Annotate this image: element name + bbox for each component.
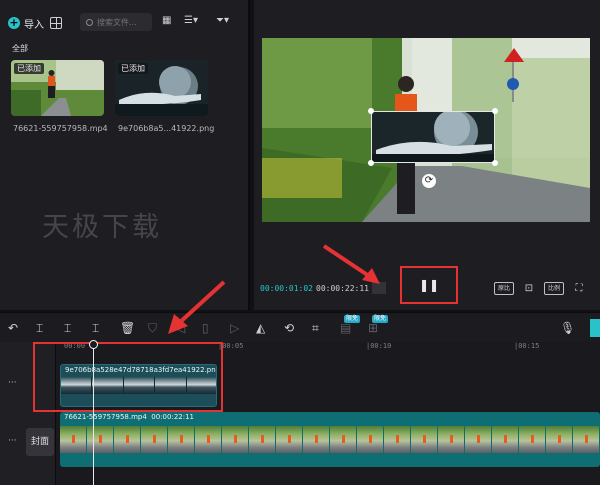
added-badge: 已添加 [118, 63, 148, 74]
resize-handle-br[interactable] [492, 160, 498, 166]
split-left-icon[interactable]: ⌶ [64, 321, 71, 336]
rotate-clip-icon[interactable]: ⟲ [284, 321, 294, 335]
smart-cut-icon[interactable]: ▤ [340, 321, 351, 335]
filter-icon[interactable]: ⏷▾ [216, 15, 229, 26]
added-badge: 已添加 [14, 63, 44, 74]
main-video-clip[interactable]: 76621-559757958.mp4 00:00:22:11 [60, 412, 600, 467]
search-icon [86, 18, 93, 26]
undo-icon[interactable]: ↶ [8, 321, 18, 335]
accent-marker [590, 319, 600, 337]
cover-button[interactable]: 封面 [26, 428, 54, 456]
qr-grid-icon[interactable] [50, 17, 62, 29]
import-button[interactable]: + 导入 [8, 13, 44, 33]
split-icon[interactable]: ⌶ [36, 321, 43, 336]
shield-icon[interactable]: ⛉ [148, 321, 157, 336]
main-clip-duration: 00:00:22:11 [151, 413, 194, 421]
ruler-tick: |00:15 [514, 342, 540, 350]
asset-thumbnail-image[interactable]: 已添加 [115, 60, 208, 116]
resize-handle-tl[interactable] [368, 108, 374, 114]
timeline-area: ··· ··· 封面 00:00 |00:05 |00:10 |00:15 9e… [0, 340, 600, 485]
timeline-toolbar: ↶ ⌶ ⌶ ⌶ 🗑 ⛉ ◁ ▯ ▷ ◭ ⟲ ⌗ 限免 ▤ 限免 ⊞ 🎙 [0, 312, 600, 342]
highlight-box [33, 342, 223, 412]
search-box[interactable] [80, 13, 152, 31]
overlay-image-layer[interactable] [371, 111, 495, 163]
track-more-icon[interactable]: ··· [8, 436, 17, 446]
mirror-icon[interactable]: ◭ [256, 321, 265, 335]
fullscreen-icon[interactable]: ⛶ [572, 282, 586, 295]
ai-edit-icon[interactable]: ⊞ [368, 321, 378, 335]
pause-icon: ❚❚ [418, 278, 440, 292]
playhead[interactable] [93, 342, 94, 485]
asset-name-image: 9e706b8a5...41922.png [118, 124, 215, 133]
asset-thumbnail-video[interactable]: 已添加 [11, 60, 104, 116]
total-time: 00:00:22:11 [316, 284, 369, 293]
resize-handle-bl[interactable] [368, 160, 374, 166]
media-panel: + 导入 ▦ ☰▾ ⏷▾ 全部 已添加 已添加 [0, 0, 250, 310]
playhead-handle[interactable] [89, 340, 98, 349]
track-more-icon[interactable]: ··· [8, 378, 17, 388]
ratio-button[interactable]: 比例 [544, 282, 564, 295]
current-time: 00:00:01:02 [260, 284, 313, 293]
preview-canvas[interactable]: ⟳ [262, 38, 590, 222]
asset-name-video: 76621-559757958.mp4 [13, 124, 108, 133]
main-clip-label: 76621-559757958.mp4 00:00:22:11 [64, 413, 194, 421]
search-input[interactable] [97, 17, 151, 27]
split-right-icon[interactable]: ⌶ [92, 321, 99, 336]
original-ratio-button[interactable]: 原比 [494, 282, 514, 295]
media-toolbar: + 导入 [8, 12, 62, 34]
main-clip-name: 76621-559757958.mp4 [64, 413, 147, 421]
plus-icon: + [8, 16, 20, 29]
resize-handle-tr[interactable] [492, 108, 498, 114]
section-all[interactable]: 全部 [12, 43, 28, 54]
reverse-icon[interactable]: ◁ [176, 321, 185, 335]
frame-icon [372, 282, 386, 294]
watermark-text: 天极下载 [42, 212, 162, 243]
delete-icon[interactable]: 🗑 [120, 321, 135, 335]
screenshot-icon[interactable]: ⊡ [522, 282, 536, 295]
speed-icon[interactable]: ▷ [230, 321, 239, 335]
overlay-space-image [372, 112, 494, 162]
ruler-tick: |00:10 [366, 342, 392, 350]
microphone-icon[interactable]: 🎙 [560, 321, 575, 335]
sort-icon[interactable]: ☰▾ [184, 15, 198, 26]
import-label: 导入 [24, 19, 44, 31]
main-clip-frames [60, 426, 600, 453]
rotate-icon[interactable]: ⟳ [422, 174, 436, 188]
crop-icon[interactable]: ⌗ [312, 321, 319, 336]
freeze-icon[interactable]: ▯ [202, 321, 209, 335]
grid-view-icon[interactable]: ▦ [162, 15, 171, 26]
preview-panel: ⟳ 00:00:01:02 00:00:22:11 ❚❚ 原比 ⊡ 比例 ⛶ [254, 0, 600, 310]
pause-button[interactable]: ❚❚ [400, 266, 458, 304]
